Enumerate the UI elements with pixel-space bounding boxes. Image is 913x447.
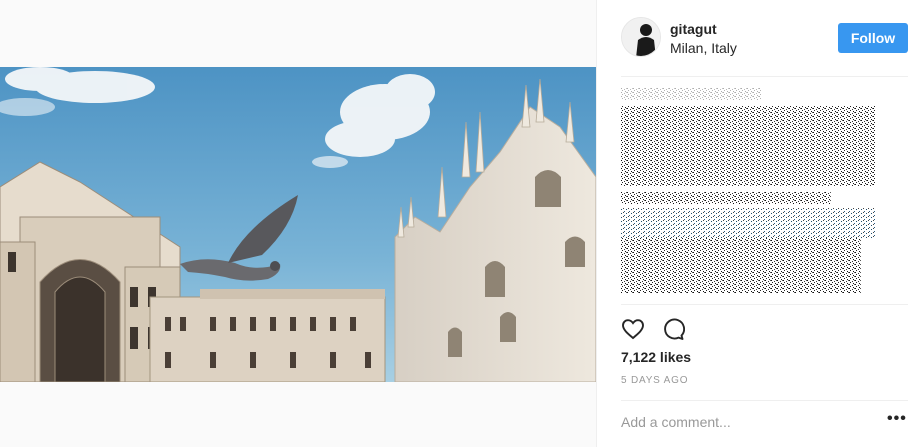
post-header: gitagut Milan, Italy Follow xyxy=(597,0,913,76)
avatar-photo xyxy=(622,18,660,56)
username[interactable]: gitagut xyxy=(670,21,717,37)
caption-divider xyxy=(621,304,908,305)
comment-input[interactable] xyxy=(621,413,871,431)
action-bar xyxy=(621,317,686,341)
caption-redacted xyxy=(621,88,886,303)
speech-bubble-icon[interactable] xyxy=(661,317,686,341)
post-photo[interactable] xyxy=(0,67,596,382)
redacted-noise xyxy=(621,88,876,293)
comment-divider xyxy=(621,400,908,401)
milan-duomo-photo xyxy=(0,67,596,382)
likes-count[interactable]: 7,122 likes xyxy=(621,349,691,365)
avatar[interactable] xyxy=(621,17,661,57)
heart-icon[interactable] xyxy=(621,317,645,341)
more-options-icon[interactable]: ••• xyxy=(887,410,907,428)
media-area xyxy=(0,0,596,447)
post-time[interactable]: 5 DAYS AGO xyxy=(621,375,688,386)
header-divider xyxy=(621,76,908,77)
follow-button[interactable]: Follow xyxy=(838,23,908,53)
post-side-panel: gitagut Milan, Italy Follow 7,122 likes … xyxy=(596,0,913,447)
location[interactable]: Milan, Italy xyxy=(670,40,737,56)
